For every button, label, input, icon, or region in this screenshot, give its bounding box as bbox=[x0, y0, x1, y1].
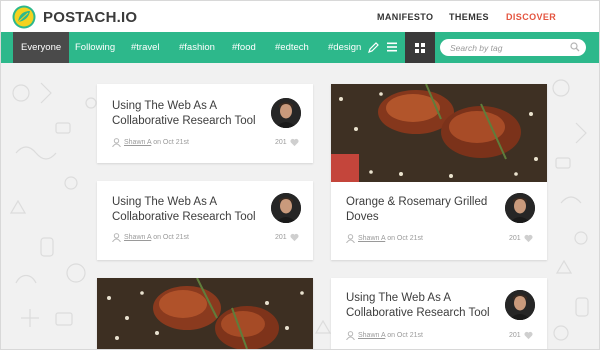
tag-travel[interactable]: #travel bbox=[131, 32, 160, 63]
post-meta: Shawn A on Oct 21st bbox=[358, 235, 423, 242]
grid-view-icon bbox=[415, 43, 425, 53]
author-avatar-icon bbox=[271, 98, 301, 128]
heart-icon[interactable] bbox=[524, 234, 533, 243]
author-avatar[interactable] bbox=[271, 193, 301, 223]
tag-edtech[interactable]: #edtech bbox=[275, 32, 309, 63]
post-date: on Oct 21st bbox=[385, 332, 423, 339]
heart-icon[interactable] bbox=[290, 233, 299, 242]
like-count: 201 bbox=[275, 139, 287, 146]
post-title-line: Using The Web As A bbox=[112, 100, 218, 112]
post-title[interactable]: Orange & Rosemary Grilled Doves bbox=[346, 195, 487, 225]
author-avatar-icon bbox=[505, 290, 535, 320]
like-count: 201 bbox=[275, 234, 287, 241]
author-avatar-icon bbox=[271, 193, 301, 223]
author-icon bbox=[346, 234, 355, 243]
author-avatar[interactable] bbox=[505, 290, 535, 320]
nav-manifesto[interactable]: MANIFESTO bbox=[377, 12, 433, 22]
post-card[interactable]: Using The Web As A Collaborative Researc… bbox=[97, 84, 313, 163]
grid-view-button[interactable] bbox=[405, 32, 435, 63]
postachio-logo-icon[interactable] bbox=[12, 5, 36, 29]
like-count: 201 bbox=[509, 235, 521, 242]
author-icon bbox=[112, 138, 121, 147]
post-title-line: Using The Web As A bbox=[112, 196, 218, 208]
heart-icon[interactable] bbox=[290, 138, 299, 147]
tag-everyone[interactable]: Everyone bbox=[13, 32, 70, 63]
author-avatar[interactable] bbox=[505, 193, 535, 223]
post-card-image[interactable] bbox=[97, 278, 313, 349]
nav-themes[interactable]: THEMES bbox=[449, 12, 489, 22]
food-photo[interactable] bbox=[97, 278, 313, 349]
post-card-image[interactable]: Orange & Rosemary Grilled Doves Shawn A … bbox=[331, 84, 547, 260]
search-icon[interactable] bbox=[570, 42, 580, 52]
author-link[interactable]: Shawn A bbox=[124, 234, 151, 241]
post-card[interactable]: Using The Web As A Collaborative Researc… bbox=[97, 181, 313, 260]
author-link[interactable]: Shawn A bbox=[124, 139, 151, 146]
post-meta: Shawn A on Oct 21st bbox=[124, 234, 189, 241]
post-title[interactable]: Using The Web As A Collaborative Researc… bbox=[112, 195, 256, 225]
tag-bar: Everyone Following #travel #fashion #foo… bbox=[1, 32, 599, 63]
search-box bbox=[440, 39, 586, 56]
post-title-line: Orange & Rosemary Grilled bbox=[346, 196, 488, 208]
author-icon bbox=[112, 233, 121, 242]
top-bar: POSTACH.IO MANIFESTO THEMES DISCOVER bbox=[1, 1, 599, 32]
tag-design[interactable]: #design bbox=[328, 32, 361, 63]
author-icon bbox=[346, 331, 355, 340]
page: POSTACH.IO MANIFESTO THEMES DISCOVER Eve… bbox=[0, 0, 600, 350]
nav-discover[interactable]: DISCOVER bbox=[506, 12, 556, 22]
post-meta: Shawn A on Oct 21st bbox=[358, 332, 423, 339]
food-photo[interactable] bbox=[331, 84, 547, 182]
post-title-line: Collaborative Research Tool bbox=[112, 115, 256, 127]
post-card[interactable]: Using The Web As A Collaborative Researc… bbox=[331, 278, 547, 349]
heart-icon[interactable] bbox=[524, 331, 533, 340]
post-date: on Oct 21st bbox=[385, 235, 423, 242]
author-link[interactable]: Shawn A bbox=[358, 235, 385, 242]
tag-food[interactable]: #food bbox=[232, 32, 256, 63]
post-title-line: Collaborative Research Tool bbox=[112, 211, 256, 223]
pencil-icon[interactable] bbox=[368, 42, 379, 53]
like-count: 201 bbox=[509, 332, 521, 339]
post-date: on Oct 21st bbox=[151, 139, 189, 146]
post-title-line: Using The Web As A bbox=[346, 292, 452, 304]
post-date: on Oct 21st bbox=[151, 234, 189, 241]
author-avatar-icon bbox=[505, 193, 535, 223]
post-title-line: Doves bbox=[346, 211, 379, 223]
post-title-line: Collaborative Research Tool bbox=[346, 307, 490, 319]
list-view-icon[interactable] bbox=[387, 42, 397, 52]
search-input[interactable] bbox=[450, 41, 568, 54]
post-title[interactable]: Using The Web As A Collaborative Researc… bbox=[346, 291, 490, 321]
brand-name[interactable]: POSTACH.IO bbox=[43, 9, 137, 26]
tag-fashion[interactable]: #fashion bbox=[179, 32, 215, 63]
author-avatar[interactable] bbox=[271, 98, 301, 128]
post-meta: Shawn A on Oct 21st bbox=[124, 139, 189, 146]
tag-following[interactable]: Following bbox=[75, 32, 115, 63]
post-title[interactable]: Using The Web As A Collaborative Researc… bbox=[112, 99, 256, 129]
author-link[interactable]: Shawn A bbox=[358, 332, 385, 339]
